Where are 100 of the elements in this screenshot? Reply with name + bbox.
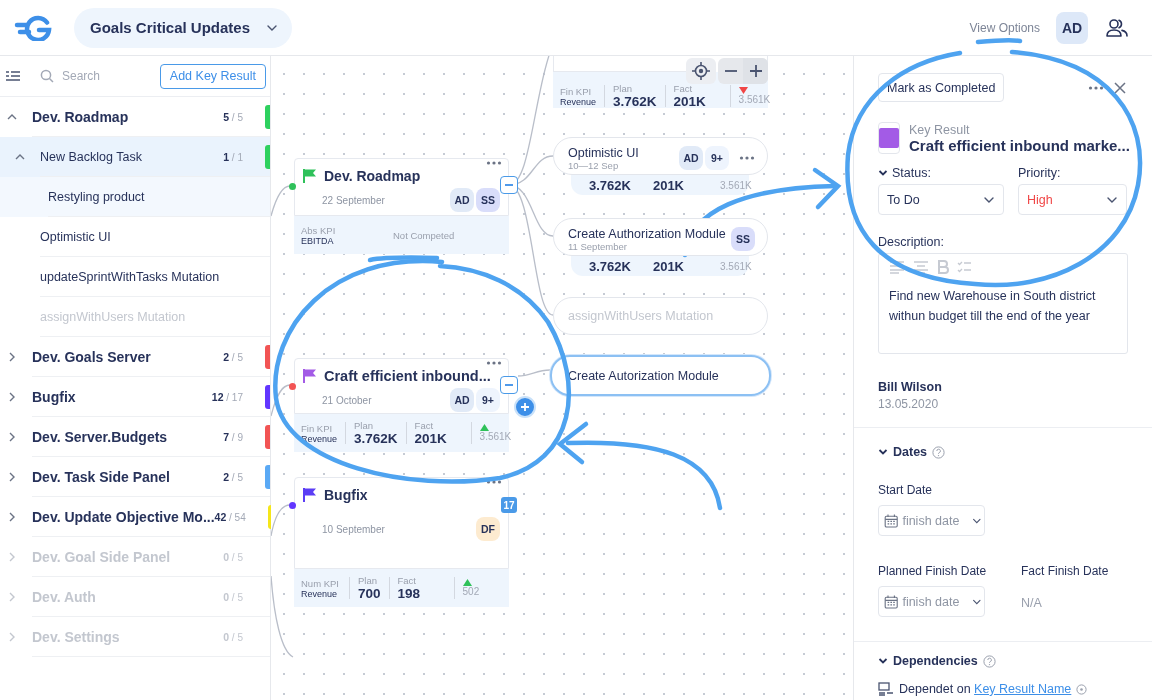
field-value: N/A <box>1021 596 1043 610</box>
locate-button[interactable] <box>686 58 716 84</box>
plan-label: Plan <box>358 575 377 586</box>
kpi-type: Fin KPI <box>301 422 333 434</box>
view-options-link[interactable]: View Options <box>969 20 1040 35</box>
sidebar-item[interactable]: Dev. Task Side Panel 2 / 5 <box>0 457 270 497</box>
priority-label: Priority: <box>1018 166 1062 180</box>
sidebar-item[interactable]: Dev. Server.Budgets 7 / 9 <box>0 417 270 457</box>
task-node[interactable]: Create Authorization Module 11 September SS <box>553 218 768 256</box>
sidebar-item[interactable]: updateSprintWithTasks Mutation <box>0 257 270 297</box>
collapse-button[interactable] <box>500 176 518 194</box>
align-center-icon[interactable] <box>913 260 929 274</box>
section-title: Dates <box>893 445 928 459</box>
plus-icon <box>520 402 530 412</box>
avatar: SS <box>731 227 755 251</box>
more-icon[interactable] <box>739 155 755 161</box>
task-title: assignWithUsers Mutation <box>568 309 715 323</box>
kpi-type: Abs KPI <box>301 224 336 236</box>
search-field[interactable]: Search <box>60 68 154 84</box>
fact-value: 201K <box>652 177 684 193</box>
kpi-metric: Revenue <box>301 588 338 599</box>
more-icon[interactable] <box>486 160 502 166</box>
priority-select[interactable]: High <box>1018 184 1127 215</box>
item-count: 7 / 9 <box>222 430 243 443</box>
fact-value: 201K <box>652 258 684 274</box>
node-title-field[interactable]: Create Autorization Module <box>550 355 771 396</box>
connector-line <box>271 504 291 537</box>
status-select[interactable]: To Do <box>878 184 1004 215</box>
plan-value: 3.762K <box>613 94 657 109</box>
plan-value: 700 <box>358 586 381 601</box>
connector-line <box>271 185 291 217</box>
caret-icon[interactable] <box>878 447 888 457</box>
sidebar-item[interactable]: Dev. Goals Server 2 / 5 <box>0 337 270 377</box>
fact-value: 201K <box>414 431 447 446</box>
date-picker[interactable]: finish date <box>878 586 985 617</box>
people-icon[interactable] <box>1106 17 1128 38</box>
add-key-result-button[interactable]: Add Key Result <box>159 63 266 89</box>
item-type: Key Result <box>909 122 971 137</box>
align-left-icon[interactable] <box>889 260 905 274</box>
plan-value: 3.762K <box>589 258 631 274</box>
item-count: 2 / 5 <box>222 470 243 483</box>
author-date: 13.05.2020 <box>878 397 940 411</box>
project-selector[interactable]: Goals Critical Updates <box>74 7 293 48</box>
avatar[interactable]: AD <box>1056 11 1088 44</box>
fact-value: 201K <box>673 94 706 109</box>
close-icon[interactable] <box>1114 81 1126 94</box>
list-icon[interactable] <box>5 70 21 82</box>
goal-date: 22 September <box>322 194 385 206</box>
sidebar-item[interactable]: Restyling product <box>0 177 270 217</box>
avatar: AD <box>679 146 703 170</box>
more-icon[interactable] <box>486 360 502 366</box>
checklist-icon[interactable] <box>957 260 971 274</box>
avatar: AD <box>450 388 474 412</box>
dependency-icon <box>878 682 894 696</box>
caret-icon[interactable] <box>878 656 888 666</box>
collapse-button[interactable] <box>500 376 518 394</box>
item-count: 0 / 5 <box>222 550 243 563</box>
field-label: Start Date <box>878 483 934 497</box>
author-name: Bill Wilson <box>878 380 943 394</box>
plan-label: Plan <box>354 420 374 431</box>
sidebar-item[interactable]: New Backlog Task 1 / 1 <box>0 137 270 177</box>
logo-icon[interactable] <box>14 14 52 41</box>
date-input[interactable]: finish date <box>902 513 969 528</box>
delta-value: 3.561K <box>479 431 512 442</box>
item-title: Craft efficient inbound marke... <box>909 136 1130 154</box>
goal-card[interactable]: Craft efficient inbound... 21 October AD 9+ <box>294 358 509 414</box>
color-swatch[interactable] <box>878 122 900 154</box>
dependency-text: Dependet on Key Result Name <box>899 682 1072 696</box>
goal-card[interactable]: Dev. Roadmap 22 September AD SS <box>294 158 509 216</box>
avatar: 9+ <box>476 388 500 412</box>
field-label: Fact Finish Date <box>1021 564 1109 578</box>
kpi-type: Num KPI <box>301 577 339 589</box>
more-icon[interactable] <box>486 479 502 485</box>
date-input[interactable]: finish date <box>902 594 969 609</box>
fact-label: Fact <box>397 575 416 586</box>
section-title: Dependencies <box>893 654 978 668</box>
caret-icon[interactable] <box>878 168 888 178</box>
mark-completed-button[interactable]: Mark as Completed <box>878 73 1005 102</box>
plan-value: 3.762K <box>589 177 631 193</box>
task-node[interactable]: Optimistic UI 10—12 Sep AD 9+ <box>553 137 768 175</box>
zoom-in-button[interactable] <box>743 58 768 84</box>
date-picker[interactable]: finish date <box>878 505 985 536</box>
task-date: 10—12 Sep <box>568 159 619 171</box>
description-editor[interactable]: Find new Warehouse in South district withun budget till the end of the year <box>878 253 1128 354</box>
avatar: DF <box>476 517 500 541</box>
avatar: AD <box>450 188 474 212</box>
search-icon <box>40 69 54 83</box>
kpi-status: Not Competed <box>393 229 455 241</box>
connector-line <box>517 369 551 377</box>
sidebar-item[interactable]: Bugfix 12 / 17 <box>0 377 270 417</box>
more-icon[interactable] <box>1088 84 1104 91</box>
item-count: 0 / 5 <box>222 630 243 643</box>
item-count: 5 / 5 <box>222 110 243 123</box>
item-count: 0 / 5 <box>222 590 243 603</box>
item-count: 1 / 1 <box>222 150 243 163</box>
target-icon <box>692 62 710 80</box>
add-button[interactable] <box>514 396 536 418</box>
goal-title: Dev. Roadmap <box>324 168 421 184</box>
sidebar-item[interactable]: Optimistic UI <box>0 217 270 257</box>
kpi-metric: Revenue <box>560 96 597 107</box>
